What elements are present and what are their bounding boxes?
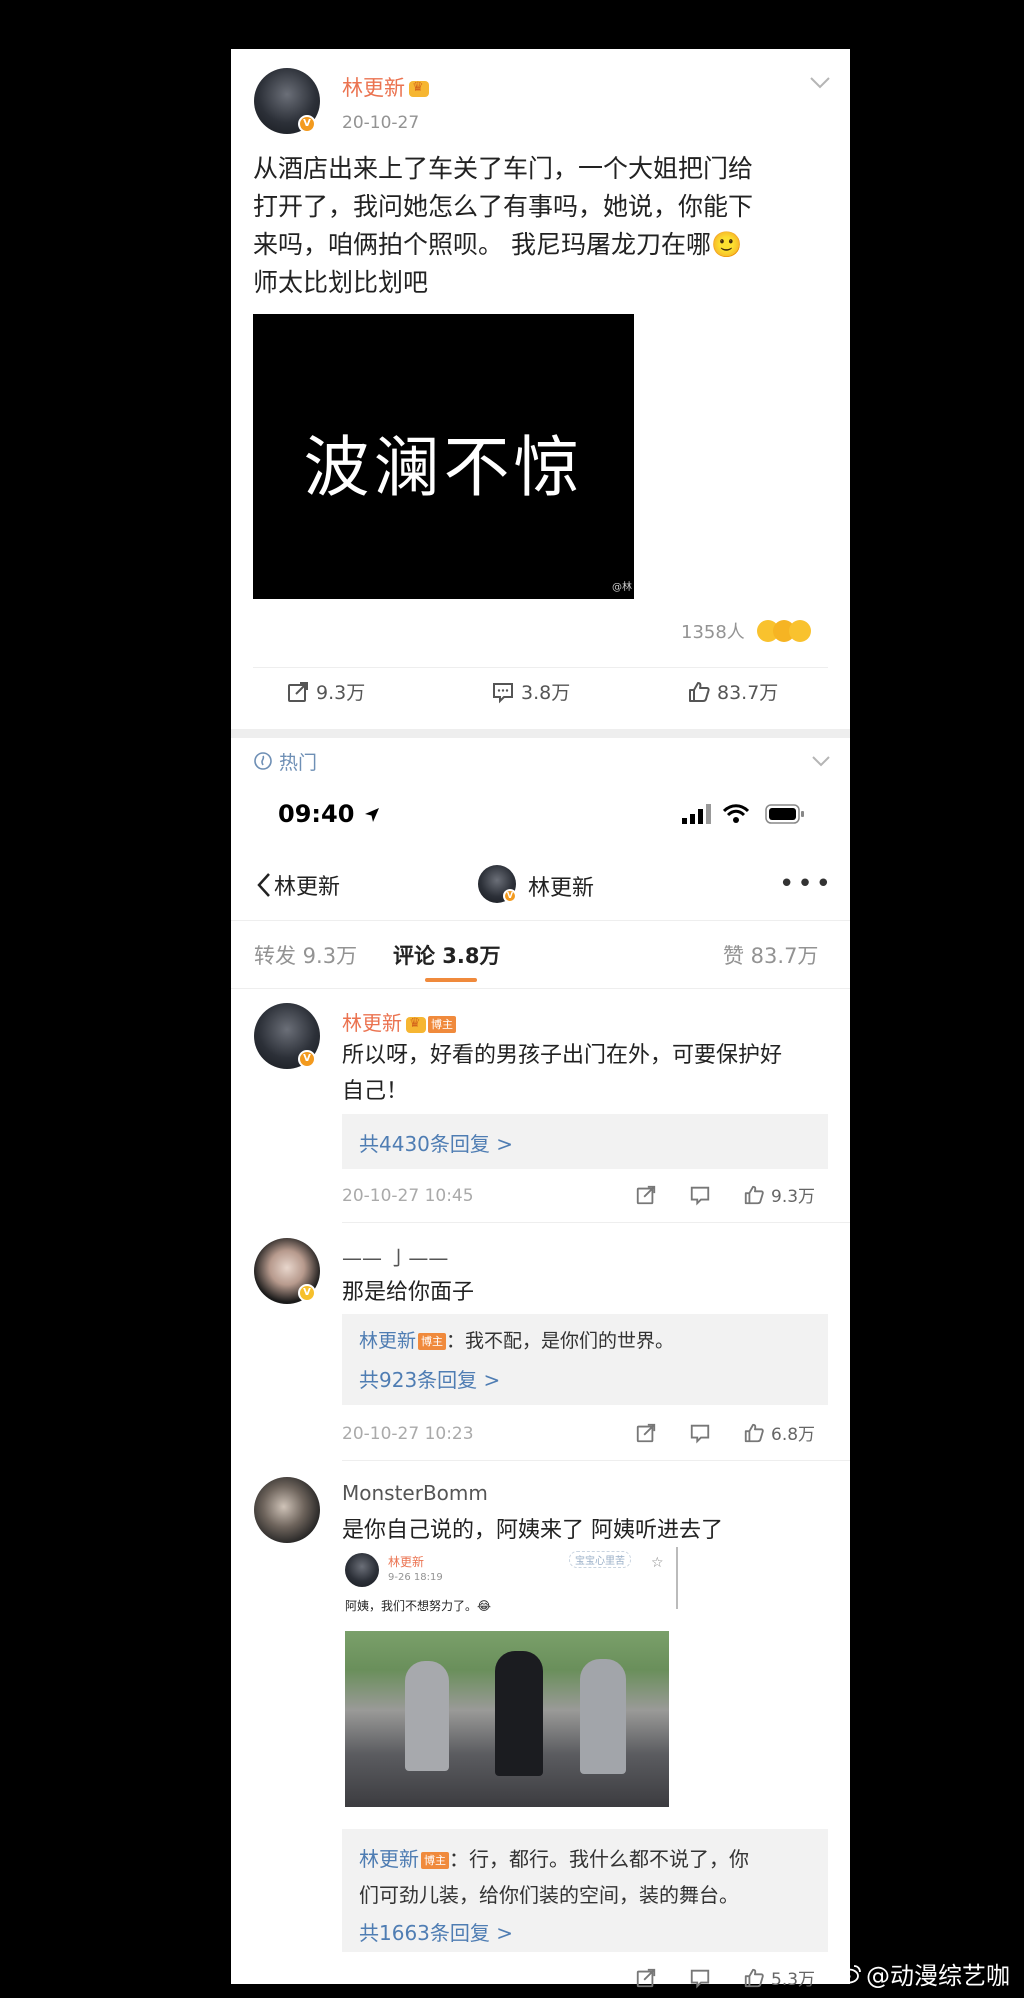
verified-badge-icon: V [298, 115, 316, 133]
comment-image[interactable]: 林更新 9-26 18:19 宝宝心里苦 ☆ 阿姨，我们不想努力了。😂 [341, 1547, 679, 1809]
comment-like-button[interactable]: 9.3万 [743, 1182, 815, 1207]
author-tag: 博主 [418, 1333, 447, 1350]
commenter-name[interactable]: 林更新 [342, 1011, 402, 1035]
reply-text: ：我不配，是你们的世界。 [446, 1330, 675, 1352]
tab-repost[interactable]: 转发 9.3万 [254, 940, 357, 970]
more-options-button[interactable]: ••• [779, 871, 834, 897]
section-divider [231, 729, 850, 738]
thumbs-up-icon [689, 681, 710, 702]
replies-link[interactable]: 共4430条回复 > [359, 1128, 513, 1157]
comment-like-button[interactable]: 6.8万 [743, 1420, 815, 1445]
star-icon: ☆ [651, 1555, 664, 1571]
phone-screenshot: 09:40 林更新 V 林更新 ••• 转发 9.3万 评论 3.8万 赞 83… [231, 774, 850, 1990]
chevron-down-icon[interactable] [811, 755, 831, 767]
post-date: 20-10-27 [342, 113, 420, 133]
tab-active-indicator [425, 978, 477, 982]
weibo-logo-icon [839, 1964, 861, 1983]
reply-author[interactable]: 林更新 [359, 1847, 419, 1871]
reply-text: 们可劲儿装，给你们装的空间，装的舞台。 [359, 1883, 739, 1907]
location-arrow-icon [364, 808, 379, 822]
commenter-avatar[interactable] [254, 1477, 320, 1543]
thumbs-up-icon [744, 1185, 764, 1204]
embed-stamp: 宝宝心里苦 [569, 1551, 631, 1568]
post-image[interactable]: 波澜不惊 @林 [253, 314, 634, 599]
embed-name: 林更新 [388, 1555, 425, 1569]
watermark: @动漫综艺咖 [838, 1956, 1010, 1991]
signal-icon [682, 804, 711, 824]
comment-text: 那是给你面子 [342, 1280, 475, 1305]
tab-comment[interactable]: 评论 3.8万 [393, 940, 501, 970]
replies-link[interactable]: 共1663条回复 > [359, 1917, 513, 1946]
weibo-post-card: V 林更新 20-10-27 从酒店出来上了车关了车门，一个大姐把门给 打开了，… [231, 49, 850, 729]
hot-section-header[interactable]: 热门 [231, 738, 850, 774]
wifi-icon [723, 804, 749, 823]
comment-time: 20-10-27 10:45 [342, 1186, 474, 1206]
crown-icon [406, 1016, 426, 1033]
replies-link[interactable]: 共923条回复 > [359, 1364, 500, 1393]
chevron-left-icon [257, 873, 270, 897]
repost-icon[interactable] [635, 1422, 657, 1444]
embed-avatar [345, 1553, 379, 1587]
reply-box[interactable]: 林更新 博主 ：我不配，是你们的世界。 共923条回复 > [342, 1314, 828, 1405]
commenter-name[interactable]: MonsterBomm [342, 1481, 488, 1505]
comment-icon[interactable] [689, 1967, 711, 1989]
comment-icon [493, 682, 513, 703]
reply-author[interactable]: 林更新 [359, 1330, 416, 1352]
comment-button[interactable]: 3.8万 [491, 678, 570, 705]
status-time: 09:40 [278, 800, 381, 828]
reaction-count: 1358人 [681, 618, 811, 644]
hot-label: 热门 [279, 752, 318, 774]
hot-icon [254, 752, 272, 770]
reaction-emoji-icons[interactable] [756, 620, 811, 642]
reply-box[interactable]: 林更新 博主 ：行，都行。我什么都不说了，你 们可劲儿装，给你们装的空间，装的舞台。… [342, 1829, 828, 1952]
repost-icon [288, 681, 308, 702]
author-tag: 博主 [428, 1016, 456, 1033]
commenter-name[interactable]: —— 亅—— [342, 1242, 448, 1271]
repost-button[interactable]: 9.3万 [286, 678, 365, 705]
like-button[interactable]: 83.7万 [687, 678, 778, 705]
nav-title: 林更新 [528, 876, 595, 901]
repost-icon[interactable] [635, 1184, 657, 1206]
embed-date: 9-26 18:19 [388, 1572, 443, 1583]
comment-like-button[interactable]: 5.3万 [743, 1965, 815, 1990]
thumbs-up-icon [744, 1423, 764, 1442]
embed-text: 阿姨，我们不想努力了。😂 [345, 1599, 492, 1613]
post-text: 从酒店出来上了车关了车门，一个大姐把门给 打开了，我问她怎么了有事吗，她说，你能… [253, 154, 754, 297]
reply-text: ：行，都行。我什么都不说了，你 [449, 1847, 749, 1871]
verified-badge-icon: V [298, 1284, 316, 1302]
author-name[interactable]: 林更新 [342, 76, 405, 100]
tab-like[interactable]: 赞 83.7万 [723, 940, 818, 970]
comment-icon[interactable] [689, 1184, 711, 1206]
author-tag: 博主 [421, 1852, 449, 1869]
battery-icon [765, 804, 804, 824]
comment-icon[interactable] [689, 1422, 711, 1444]
embed-photo [345, 1631, 669, 1807]
verified-badge-icon: V [503, 889, 517, 903]
image-caption: 波澜不惊 [303, 429, 584, 506]
comment-text: 所以呀，好看的男孩子出门在外，可要保护好 自己！ [342, 1043, 783, 1104]
image-watermark: @林 [612, 582, 632, 593]
comment-text: 是你自己说的，阿姨来了 阿姨听进去了 [342, 1518, 723, 1543]
comment-time: 20-10-27 10:23 [342, 1424, 474, 1444]
chevron-down-icon[interactable] [809, 76, 831, 90]
crown-icon [409, 80, 429, 97]
verified-badge-icon: V [298, 1050, 316, 1068]
reply-box[interactable]: 共4430条回复 > [342, 1114, 828, 1169]
thumbs-up-icon [744, 1968, 764, 1987]
back-button[interactable]: 林更新 [256, 869, 340, 901]
repost-icon[interactable] [635, 1967, 657, 1989]
